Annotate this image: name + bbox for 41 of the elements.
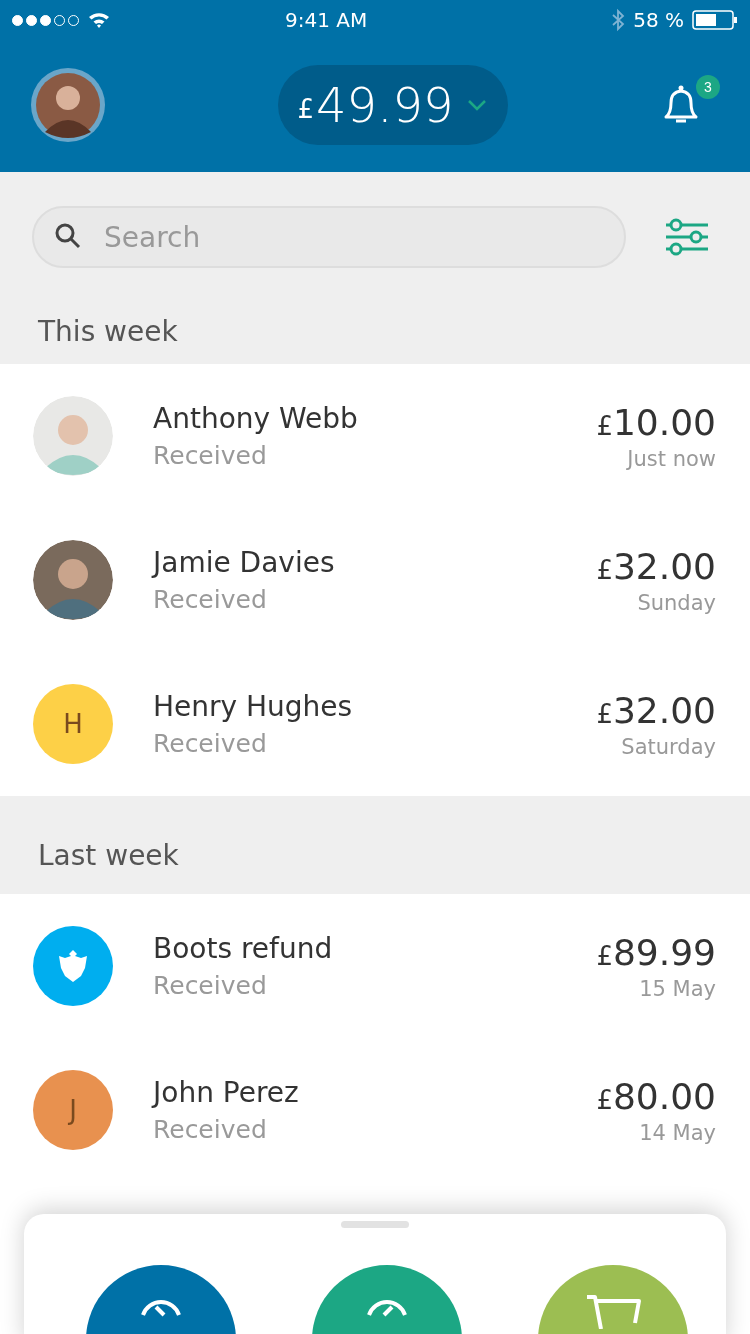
filter-icon[interactable] (664, 217, 710, 257)
transaction-amount: £80.00 (596, 1075, 716, 1117)
transaction-status: Received (153, 585, 268, 614)
section-title: Last week (38, 839, 179, 872)
notification-count: 3 (696, 75, 720, 99)
status-time: 9:41 AM (284, 8, 369, 32)
bluetooth-icon (611, 8, 626, 32)
transaction-status: Received (153, 971, 268, 1000)
search-field[interactable]: Search (32, 206, 626, 268)
search-icon (54, 222, 82, 250)
transaction-date: 14 May (639, 1120, 716, 1145)
battery-icon (692, 10, 738, 30)
wifi-icon (87, 11, 111, 29)
section-title: This week (38, 314, 178, 348)
contact-name: Henry Hughes (153, 690, 354, 723)
chevron-down-icon (467, 99, 488, 111)
contact-name: Boots refund (153, 932, 334, 965)
transaction-row[interactable]: Boots refund Received £89.99 15 May (0, 894, 750, 1038)
transaction-date: 15 May (639, 976, 716, 1001)
transaction-date: Sunday (637, 590, 716, 615)
transaction-row[interactable]: Jamie Davies Received £32.00 Sunday (0, 508, 750, 652)
battery-percent: 58 % (633, 8, 684, 32)
transaction-status: Received (153, 441, 268, 470)
contact-name: Jamie Davies (153, 546, 336, 579)
contact-name: John Perez (153, 1076, 300, 1109)
balance-button[interactable]: £49.99 (277, 65, 508, 145)
transaction-amount: £32.00 (596, 689, 716, 731)
transaction-status: Received (153, 1115, 268, 1144)
transaction-amount: £10.00 (596, 401, 716, 443)
initial-avatar: J (33, 1070, 113, 1150)
initial-avatar: H (33, 684, 113, 764)
contact-name: Anthony Webb (153, 402, 359, 435)
drag-handle[interactable] (341, 1221, 409, 1228)
transaction-row[interactable]: H Henry Hughes Received £32.00 Saturday (0, 652, 750, 796)
transaction-row[interactable]: Anthony Webb Received £10.00 Just now (0, 364, 750, 508)
transaction-row[interactable]: J John Perez Received £80.00 14 May (0, 1038, 750, 1182)
transaction-amount: £89.99 (596, 931, 716, 973)
transaction-date: Saturday (621, 734, 716, 759)
transaction-amount: £32.00 (596, 545, 716, 587)
transaction-status: Received (153, 729, 268, 758)
transaction-date: Just now (627, 446, 716, 471)
